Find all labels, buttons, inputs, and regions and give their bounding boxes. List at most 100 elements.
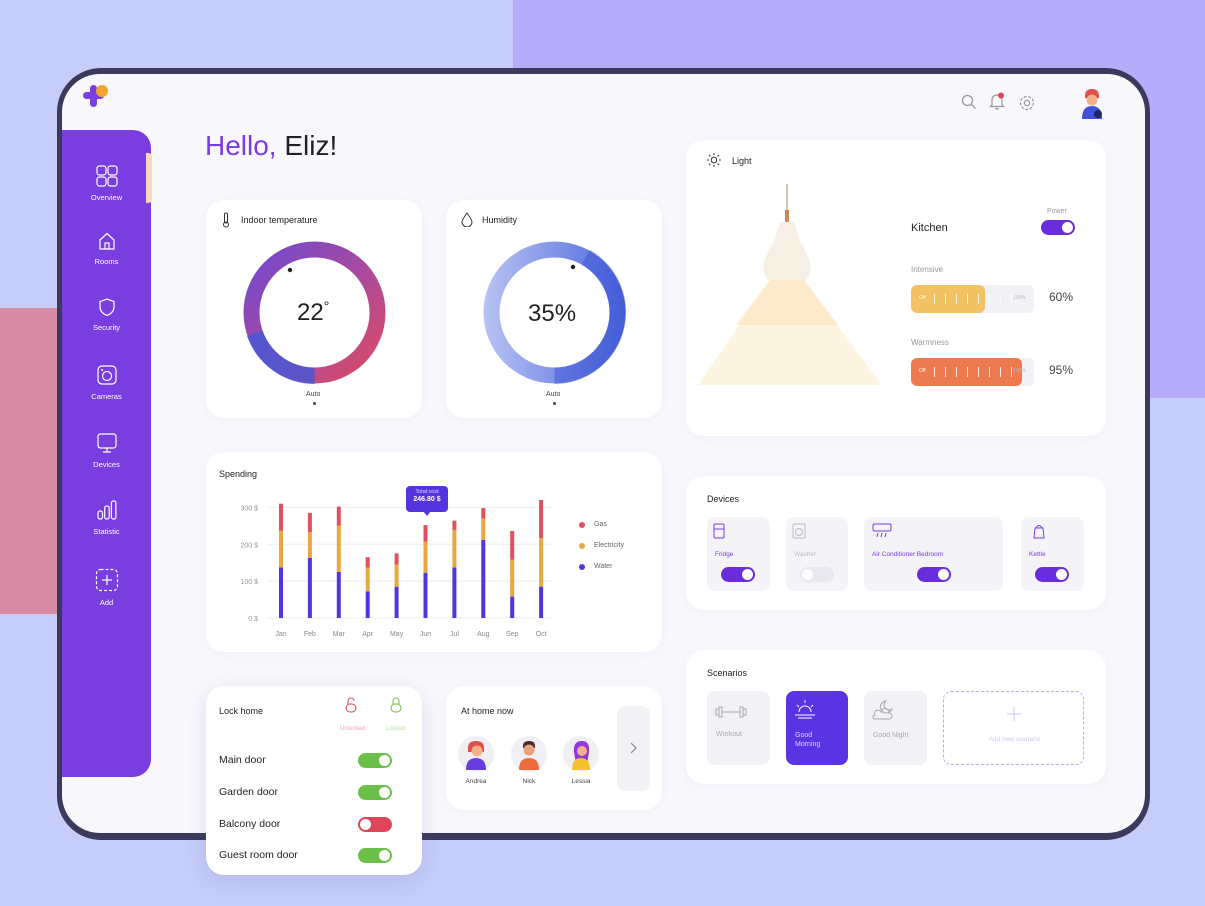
x-tick-label: Oct <box>536 631 547 638</box>
warmness-value: 95% <box>1049 363 1074 377</box>
legend-gas: Gas <box>594 521 607 528</box>
device-toggle-kettle[interactable] <box>1035 567 1069 582</box>
unlocked-icon <box>345 697 357 713</box>
device-toggle-air-conditioner[interactable] <box>917 567 951 582</box>
door-toggle-main[interactable] <box>358 753 392 768</box>
sidebar-item-rooms[interactable]: Rooms <box>62 231 151 266</box>
sidebar-item-statistic[interactable]: Statistic <box>62 499 151 536</box>
fridge-icon <box>713 523 725 539</box>
sidebar-item-add[interactable]: Add <box>62 568 151 607</box>
bar-segment-gas[interactable] <box>394 553 399 565</box>
bar-segment-water[interactable] <box>423 573 428 618</box>
water-drop-icon <box>461 212 473 227</box>
scenario-good-morning[interactable]: Good Morning <box>786 691 848 765</box>
person-lessia[interactable]: Lessia <box>561 736 601 785</box>
power-toggle[interactable] <box>1041 220 1075 235</box>
slider-min-label: Off <box>919 368 926 374</box>
bar-segment-water[interactable] <box>481 539 486 618</box>
device-toggle-fridge[interactable] <box>721 567 755 582</box>
device-tile-washer[interactable]: Washer <box>786 517 848 591</box>
gear-icon[interactable] <box>1018 94 1036 112</box>
door-toggle-balcony[interactable] <box>358 817 392 832</box>
room-name: Kitchen <box>911 222 948 234</box>
temperature-value: 22° <box>297 298 330 326</box>
bar-segment-gas[interactable] <box>510 530 515 560</box>
moon-cloud-icon <box>872 700 894 720</box>
door-toggle-guest-room[interactable] <box>358 848 392 863</box>
bar-segment-electricity[interactable] <box>510 559 515 597</box>
person-andrea[interactable]: Andrea <box>456 736 496 785</box>
bar-segment-electricity[interactable] <box>307 532 312 558</box>
bar-segment-gas[interactable] <box>279 503 283 531</box>
slider-max-label: 100% <box>1013 295 1026 301</box>
bar-segment-electricity[interactable] <box>336 525 341 572</box>
person-name: Lessia <box>571 778 591 785</box>
device-tile-fridge[interactable]: Fridge <box>707 517 770 591</box>
bar-segment-electricity[interactable] <box>423 541 428 574</box>
bar-segment-gas[interactable] <box>336 506 341 526</box>
person-nick[interactable]: Nick <box>509 736 549 785</box>
bar-segment-gas[interactable] <box>539 500 544 538</box>
sidebar-item-label: Statistic <box>93 527 120 536</box>
scenario-label: Good Morning <box>795 732 821 749</box>
search-icon[interactable] <box>961 94 977 110</box>
sidebar-item-overview[interactable]: Overview <box>62 165 151 202</box>
grid-icon <box>95 165 118 187</box>
scenarios-title: Scenarios <box>707 668 748 678</box>
unlocked-label: Unlocked <box>340 726 366 732</box>
x-tick-label: Jun <box>420 631 431 638</box>
legend-electricity: Electricity <box>594 542 624 549</box>
mode-indicator-dot <box>313 402 316 405</box>
logo-icon[interactable] <box>82 83 110 109</box>
temperature-mode[interactable]: Auto <box>306 391 320 398</box>
bar-segment-electricity[interactable] <box>394 564 399 587</box>
x-tick-label: Jul <box>450 631 459 638</box>
bar-segment-water[interactable] <box>336 571 341 618</box>
sidebar-item-label: Security <box>92 323 121 332</box>
bar-segment-water[interactable] <box>452 567 457 618</box>
lock-home-title: Lock home <box>219 706 264 716</box>
humidity-title: Humidity <box>482 215 518 225</box>
avatar[interactable] <box>1079 88 1105 120</box>
bar-segment-water[interactable] <box>279 567 283 618</box>
bar-segment-gas[interactable] <box>423 525 428 542</box>
next-people-button[interactable] <box>617 706 650 791</box>
scenario-workout[interactable]: Workout <box>707 691 770 765</box>
bar-segment-gas[interactable] <box>307 512 312 533</box>
add-scenario-button[interactable]: Add new scenario <box>943 691 1084 765</box>
bar-segment-water[interactable] <box>510 596 515 618</box>
legend-water: Water <box>594 563 613 570</box>
bar-segment-electricity[interactable] <box>539 537 544 587</box>
bar-segment-water[interactable] <box>307 557 312 618</box>
at-home-title: At home now <box>461 706 514 716</box>
bar-segment-water[interactable] <box>539 586 544 618</box>
sidebar-item-cameras[interactable]: Cameras <box>62 364 151 401</box>
sidebar-item-devices[interactable]: Devices <box>62 432 151 469</box>
device-toggle-washer[interactable] <box>800 567 834 582</box>
light-title: Light <box>732 156 752 166</box>
bar-segment-gas[interactable] <box>452 520 457 530</box>
device-tile-air-conditioner[interactable]: Air Conditioner Bedroom <box>864 517 1003 591</box>
avatar <box>563 736 599 772</box>
bar-segment-electricity[interactable] <box>481 518 486 540</box>
humidity-mode[interactable]: Auto <box>546 391 560 398</box>
washer-icon <box>792 523 806 539</box>
x-tick-label: Jan <box>275 631 286 638</box>
bell-icon[interactable] <box>989 92 1005 110</box>
bar-segment-water[interactable] <box>365 591 370 618</box>
bar-segment-gas[interactable] <box>481 508 486 519</box>
bar-segment-water[interactable] <box>394 586 399 618</box>
device-tile-kettle[interactable]: Kettle <box>1021 517 1084 591</box>
intensive-slider[interactable]: Off 100% <box>911 285 1034 313</box>
scenario-good-night[interactable]: Good Night <box>864 691 927 765</box>
humidity-value: 35% <box>528 300 577 327</box>
bar-segment-gas[interactable] <box>365 557 370 568</box>
bar-segment-electricity[interactable] <box>365 567 370 592</box>
sidebar-item-security[interactable]: Security <box>62 297 151 332</box>
warmness-slider[interactable]: Off 100% <box>911 358 1034 386</box>
door-toggle-garden[interactable] <box>358 785 392 800</box>
bar-segment-electricity[interactable] <box>279 530 283 568</box>
door-label-garden: Garden door <box>219 786 278 798</box>
air-conditioner-icon <box>872 523 892 538</box>
bar-segment-electricity[interactable] <box>452 529 457 568</box>
